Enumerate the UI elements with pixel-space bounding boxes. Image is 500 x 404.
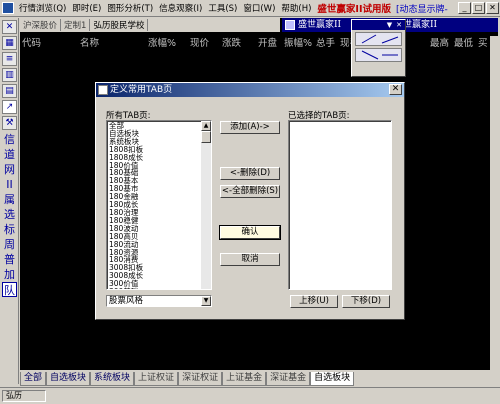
define-tab-dialog: 定义常用TAB页 ✕ 所有TAB页: 已选择的TAB页: 全部 自选板块 系统板块 1… [95, 82, 405, 320]
close-window-icon[interactable]: ✕ [2, 20, 17, 34]
menu-item-window[interactable]: 窗口(W) [240, 2, 278, 14]
toolbar-char-9[interactable]: 普 [2, 252, 17, 267]
toolbar-char-2[interactable]: 道 [2, 147, 17, 162]
all-tabs-list: 全部 自选板块 系统板块 1808扣板 1808成长 180价值 180基础 180基本 180… [107, 121, 211, 289]
toolbar-char-3[interactable]: 网 [2, 162, 17, 177]
col-high[interactable]: 最高 [430, 35, 449, 49]
tab-sh-sz-price[interactable]: 沪深股价 [20, 19, 62, 31]
toolbar-char-1[interactable]: 信 [2, 132, 17, 147]
toolbar-char-11[interactable]: 队 [2, 282, 17, 297]
app-icon[interactable] [2, 2, 14, 14]
style-combo[interactable]: 股票风格 ▼ [106, 295, 212, 307]
top-tab-strip: 沪深股价 定制1 弘历股民学校 [20, 18, 280, 32]
menu-item-realtime[interactable]: 即时(E) [69, 2, 104, 14]
bottom-tab-3[interactable]: 上证权证 [134, 372, 179, 386]
drawing-toolbar-title: ▼ ✕ [352, 20, 405, 30]
list-icon[interactable]: ≡ [2, 52, 17, 66]
col-low[interactable]: 最低 [454, 35, 473, 49]
trend-icon[interactable]: ↗ [2, 100, 17, 114]
col-change-pct[interactable]: 涨幅% [148, 35, 176, 49]
bottom-tab-6[interactable]: 深证基金 [266, 372, 311, 386]
toolbar-char-8[interactable]: 周 [2, 237, 17, 252]
col-buy[interactable]: 买 [478, 35, 488, 49]
brand-suffix: [动态显示牌- [396, 4, 448, 15]
style-combo-value: 股票风格 [109, 296, 144, 306]
close-icon[interactable]: ✕ [396, 21, 402, 29]
scroll-thumb[interactable] [201, 131, 211, 143]
restore-button[interactable]: □ [472, 2, 485, 14]
line-tool-icon[interactable] [355, 32, 402, 46]
close-button[interactable]: ✕ [486, 2, 499, 14]
dialog-titlebar: 定义常用TAB页 ✕ [96, 83, 404, 97]
bottom-tab-1[interactable]: 自选板块 [46, 372, 91, 386]
col-amplitude[interactable]: 振幅% [284, 35, 312, 49]
tab-school[interactable]: 弘历股民学校 [90, 19, 149, 31]
app-brand: 盛世赢家II试用版 [317, 4, 391, 15]
cancel-button[interactable]: 取消 [220, 253, 280, 266]
bottom-tab-2[interactable]: 系统板块 [90, 372, 135, 386]
list-item[interactable]: 300基础 [109, 288, 211, 289]
toolbar-char-7[interactable]: 标 [2, 222, 17, 237]
status-cell: 弘历 [2, 390, 46, 402]
all-tabs-listbox[interactable]: 全部 自选板块 系统板块 1808扣板 1808成长 180价值 180基础 180基本 180… [106, 120, 212, 290]
status-bar: 弘历 [0, 387, 500, 404]
listbox-scrollbar[interactable]: ▲ [201, 121, 211, 289]
grid-icon[interactable]: ▤ [2, 84, 17, 98]
remove-button[interactable]: <-删除(D) [220, 167, 280, 180]
scroll-up-icon[interactable]: ▲ [201, 121, 211, 131]
bottom-tab-strip: 全部 自选板块 系统板块 上证权证 深证权证 上证基金 深证基金 自选板块 [20, 372, 498, 386]
add-button[interactable]: 添加(A)-> [220, 121, 280, 134]
menu-item-market[interactable]: 行情浏览(Q) [16, 2, 69, 14]
menu-item-help[interactable]: 帮助(H) [278, 2, 314, 14]
toolbar-char-6[interactable]: 选 [2, 207, 17, 222]
window-icon [285, 20, 295, 30]
move-down-button[interactable]: 下移(D) [342, 295, 390, 308]
selected-tabs-listbox[interactable] [288, 120, 392, 290]
menu-bar: 行情浏览(Q) 即时(E) 图形分析(T) 信息观察(I) 工具(S) 窗口(W… [0, 0, 500, 17]
table-header: 代码 名称 涨幅% 现价 涨跌 开盘 振幅% 总手 现手 最高 最低 买 [20, 34, 498, 49]
dropdown-icon[interactable]: ▼ [387, 21, 392, 29]
ray-tool-icon[interactable] [355, 48, 402, 62]
bottom-tab-0[interactable]: 全部 [20, 372, 47, 386]
menu-item-info[interactable]: 信息观察(I) [156, 2, 205, 14]
main-scrollbar[interactable] [490, 36, 498, 370]
dialog-icon [98, 85, 108, 95]
tools-icon[interactable]: ⚒ [2, 116, 17, 130]
bar-chart-icon[interactable]: ▥ [2, 68, 17, 82]
col-price[interactable]: 现价 [190, 35, 209, 49]
bottom-tab-4[interactable]: 深证权证 [178, 372, 223, 386]
dialog-title: 定义常用TAB页 [110, 85, 173, 95]
move-up-button[interactable]: 上移(U) [290, 295, 338, 308]
toolbar-char-10[interactable]: 加 [2, 267, 17, 282]
col-name[interactable]: 名称 [80, 35, 99, 49]
bottom-tab-5[interactable]: 上证基金 [222, 372, 267, 386]
col-open[interactable]: 开盘 [258, 35, 277, 49]
toolbar-char-5[interactable]: 属 [2, 192, 17, 207]
remove-all-button[interactable]: <-全部删除(S) [220, 185, 280, 198]
menu-item-tools[interactable]: 工具(S) [205, 2, 240, 14]
tab-custom1[interactable]: 定制1 [61, 19, 91, 31]
left-toolbar: ✕ ▦ ≡ ▥ ▤ ↗ ⚒ 信 道 网 II 属 选 标 周 普 加 队 [0, 18, 19, 384]
menu-item-chart-analysis[interactable]: 图形分析(T) [104, 2, 156, 14]
minimize-button[interactable]: _ [458, 2, 471, 14]
col-change[interactable]: 涨跌 [222, 35, 241, 49]
bottom-tab-7[interactable]: 自选板块 [310, 372, 355, 386]
dialog-close-button[interactable]: ✕ [389, 84, 402, 95]
toolbar-char-4[interactable]: II [2, 177, 17, 192]
col-code[interactable]: 代码 [22, 35, 41, 49]
chevron-down-icon[interactable]: ▼ [201, 296, 211, 306]
ok-button[interactable]: 确认 [219, 225, 281, 240]
chart-icon[interactable]: ▦ [2, 36, 17, 50]
drawing-toolbar: ▼ ✕ [351, 19, 406, 77]
col-volume[interactable]: 总手 [316, 35, 335, 49]
